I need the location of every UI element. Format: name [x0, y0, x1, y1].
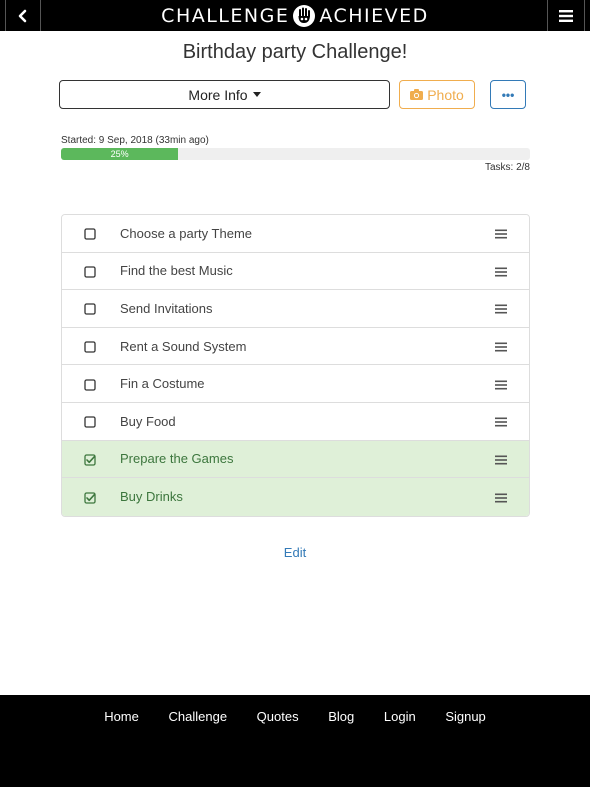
- checkbox-icon[interactable]: [84, 415, 96, 428]
- task-row[interactable]: Send Invitations: [62, 290, 529, 328]
- camera-icon: [410, 89, 424, 100]
- task-row[interactable]: Buy Drinks: [62, 478, 529, 516]
- task-row[interactable]: Find the best Music: [62, 252, 529, 291]
- checkbox-icon[interactable]: [84, 227, 96, 240]
- brand-logo-text[interactable]: CHALLENGE ACHIEVED: [0, 0, 590, 31]
- hamburger-icon: [559, 9, 573, 22]
- task-label: Send Invitations: [120, 300, 213, 316]
- started-text: Started: 9 Sep, 2018 (33min ago): [61, 135, 209, 146]
- checkbox-icon[interactable]: [84, 453, 96, 466]
- footer-link-signup[interactable]: Signup: [445, 709, 485, 724]
- footer-nav: Home Challenge Quotes Blog Login Signup: [0, 709, 590, 724]
- drag-handle-icon[interactable]: [495, 227, 507, 239]
- photo-button[interactable]: Photo: [399, 80, 475, 109]
- task-row[interactable]: Choose a party Theme: [62, 215, 529, 253]
- more-options-button[interactable]: •••: [490, 80, 526, 109]
- brand-left: CHALLENGE: [161, 4, 290, 27]
- task-list: Choose a party Theme Find the best Music…: [61, 214, 530, 517]
- task-label: Fin a Costume: [120, 376, 205, 392]
- drag-handle-icon[interactable]: [495, 491, 507, 503]
- task-row[interactable]: Fin a Costume: [62, 365, 529, 403]
- footer-link-blog[interactable]: Blog: [328, 709, 354, 724]
- menu-button[interactable]: [547, 0, 585, 31]
- checkbox-icon[interactable]: [84, 302, 96, 316]
- brand-right: ACHIEVED: [319, 4, 429, 27]
- task-row[interactable]: Rent a Sound System: [62, 327, 529, 366]
- drag-handle-icon[interactable]: [495, 265, 507, 277]
- more-info-label: More Info: [188, 86, 248, 103]
- task-label: Prepare the Games: [120, 451, 234, 467]
- footer-link-challenge[interactable]: Challenge: [169, 709, 228, 724]
- checkbox-icon[interactable]: [84, 491, 96, 504]
- top-navbar: CHALLENGE ACHIEVED: [0, 0, 590, 31]
- drag-handle-icon[interactable]: [495, 340, 507, 352]
- photo-label: Photo: [427, 86, 464, 103]
- ellipsis-icon: •••: [501, 87, 515, 102]
- checkbox-icon[interactable]: [84, 265, 96, 278]
- drag-handle-icon[interactable]: [495, 453, 507, 465]
- footer: Home Challenge Quotes Blog Login Signup: [0, 695, 590, 787]
- hand-logo-icon: [292, 4, 316, 28]
- checkbox-icon[interactable]: [84, 340, 96, 353]
- drag-handle-icon[interactable]: [495, 302, 507, 314]
- task-label: Find the best Music: [120, 263, 233, 279]
- task-row[interactable]: Prepare the Games: [62, 440, 529, 479]
- progress-fill: 25%: [61, 148, 179, 160]
- task-label: Choose a party Theme: [120, 225, 252, 241]
- task-label: Buy Drinks: [120, 489, 183, 505]
- task-row[interactable]: Buy Food: [62, 402, 529, 441]
- caret-down-icon: [252, 92, 261, 97]
- footer-link-quotes[interactable]: Quotes: [257, 709, 299, 724]
- progress-bar: 25%: [61, 148, 530, 160]
- page-title: Birthday party Challenge!: [182, 41, 408, 63]
- tasks-count: Tasks: 2/8: [484, 162, 530, 173]
- footer-link-login[interactable]: Login: [384, 709, 416, 724]
- edit-link[interactable]: Edit: [0, 545, 590, 560]
- drag-handle-icon[interactable]: [495, 378, 507, 390]
- checkbox-icon[interactable]: [84, 378, 96, 391]
- more-info-button[interactable]: More Info: [59, 80, 390, 109]
- drag-handle-icon[interactable]: [495, 415, 507, 427]
- footer-link-home[interactable]: Home: [104, 709, 139, 724]
- task-label: Buy Food: [120, 413, 176, 429]
- task-label: Rent a Sound System: [120, 338, 247, 354]
